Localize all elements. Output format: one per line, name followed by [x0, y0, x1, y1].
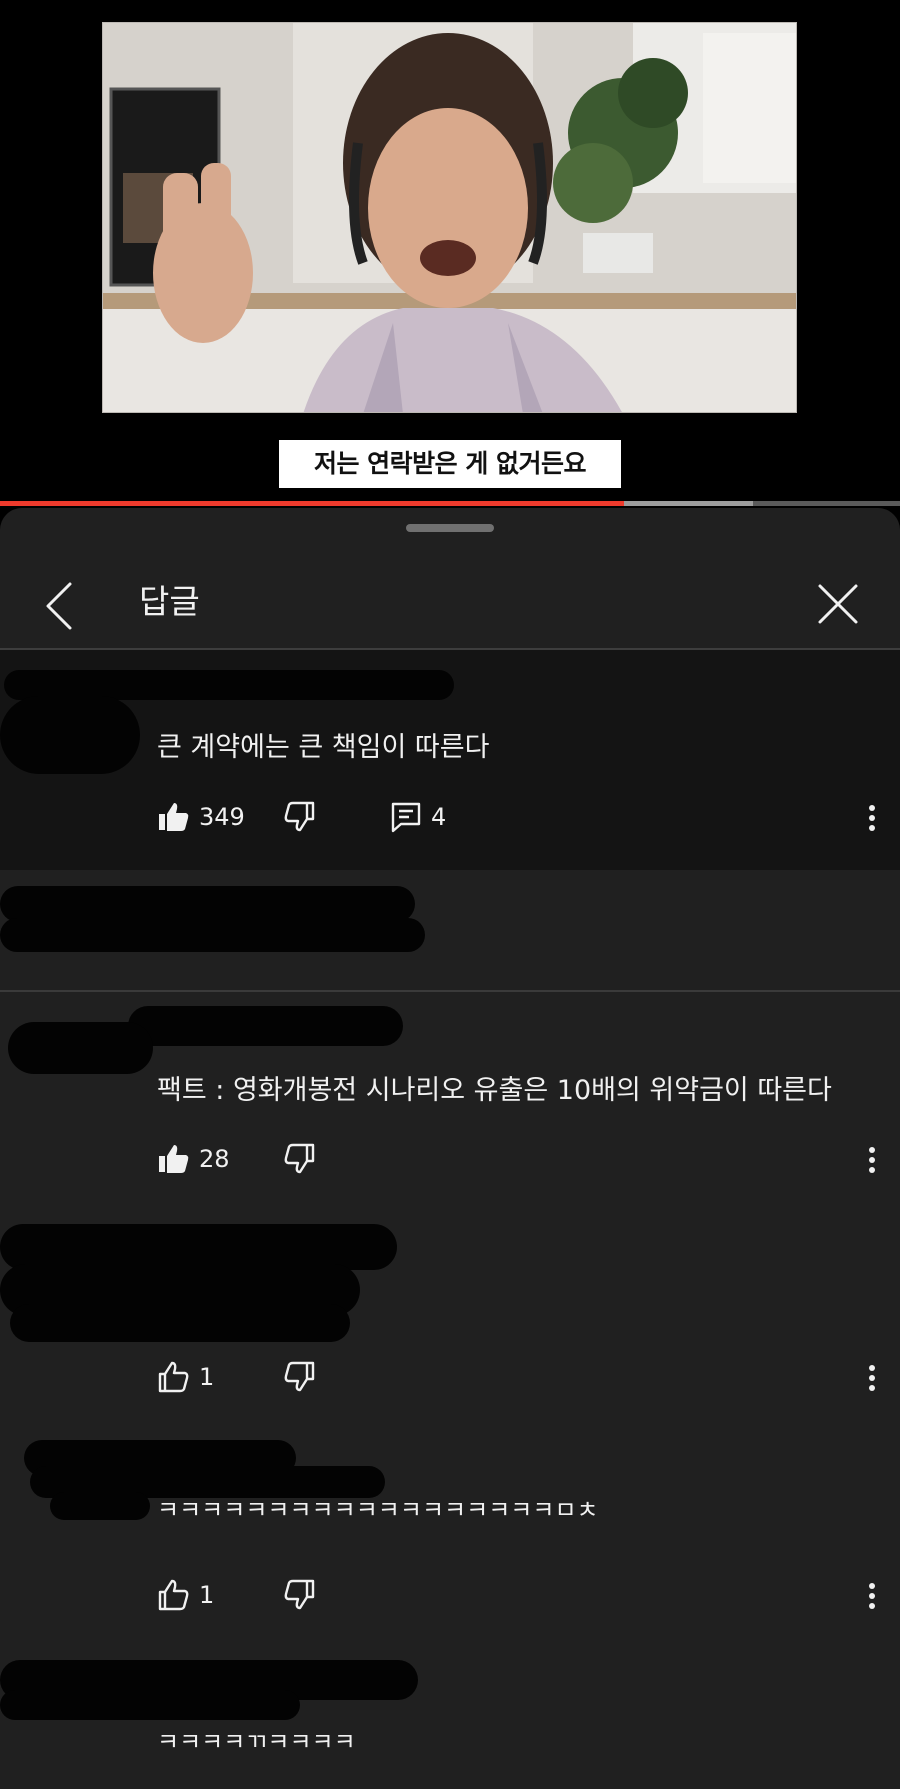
reply-count: 4 — [431, 803, 447, 831]
redacted-avatar — [50, 1492, 150, 1520]
thumbs-down-icon[interactable] — [281, 1360, 315, 1394]
thumbs-down-icon[interactable] — [281, 800, 315, 834]
reply-comment: 1 — [0, 1212, 900, 1432]
comment-text: ㅋㅋㅋㅋㄲㅋㅋㅋㅋ — [157, 1728, 356, 1756]
drag-handle[interactable] — [406, 524, 494, 532]
like-count: 1 — [199, 1581, 215, 1609]
comment-text: 큰 계약에는 큰 책임이 따른다 — [157, 732, 490, 763]
comment-actions: 349 4 — [157, 800, 887, 840]
reply-icon[interactable] — [389, 800, 423, 834]
thumbs-up-icon[interactable] — [157, 800, 191, 834]
video-thumbnail — [103, 23, 796, 412]
redacted-avatar — [0, 696, 140, 774]
progress-played — [0, 501, 624, 506]
comment-list: 큰 계약에는 큰 책임이 따른다 349 4 팩트: 영화개봉전 시나리오 유… — [0, 650, 900, 1789]
reply-comment: ㅋㅋㅋㅋㄲㅋㅋㅋㅋ — [0, 1652, 900, 1789]
thumbs-up-icon[interactable] — [157, 1142, 191, 1176]
redacted-row — [0, 870, 900, 992]
thumbs-up-outline-icon[interactable] — [157, 1360, 191, 1394]
thumbs-down-icon[interactable] — [281, 1142, 315, 1176]
comment-actions: 28 — [157, 1142, 887, 1182]
redacted-block — [10, 1304, 350, 1342]
reply-comment: 팩트 : 영화개봉전 시나리오 유출은 10배의 위약금이 따른다 28 — [0, 992, 900, 1212]
sheet-title: 답글 — [139, 582, 200, 621]
video-subtitle: 저는 연락받은 게 없거든요 — [279, 440, 621, 488]
thumbs-up-outline-icon[interactable] — [157, 1578, 191, 1612]
sheet-header: 답글 — [0, 548, 900, 656]
more-options-icon[interactable] — [857, 1142, 887, 1178]
thumbs-down-icon[interactable] — [281, 1578, 315, 1612]
video-player[interactable]: 저는 연락받은 게 없거든요 — [0, 0, 900, 506]
parent-comment: 큰 계약에는 큰 책임이 따른다 349 4 — [0, 650, 900, 870]
like-count: 1 — [199, 1363, 215, 1391]
more-options-icon[interactable] — [857, 800, 887, 836]
back-button[interactable] — [36, 578, 84, 634]
redacted-author — [128, 1006, 403, 1046]
close-icon — [818, 584, 858, 624]
comment-actions: 1 — [157, 1360, 887, 1400]
redacted-block — [0, 918, 425, 952]
like-count: 349 — [199, 803, 245, 831]
redacted-avatar — [0, 1690, 300, 1720]
video-frame[interactable] — [102, 22, 797, 413]
chevron-left-icon — [46, 582, 72, 630]
redacted-avatar — [8, 1022, 153, 1074]
more-options-icon[interactable] — [857, 1578, 887, 1614]
replies-sheet: 답글 큰 계약에는 큰 책임이 따른다 349 4 팩트: 영화개봉전 시나리… — [0, 508, 900, 1789]
redacted-block — [0, 886, 415, 922]
reply-comment: ㅋㅋㅋㅋㅋㅋㅋㅋㅋㅋㅋㅋㅋㅋㅋㅋㅋㅋㅁㅊ 1 — [0, 1432, 900, 1652]
progress-bar[interactable] — [0, 501, 900, 506]
comment-actions: 1 — [157, 1578, 887, 1618]
comment-text: 팩트 : 영화개봉전 시나리오 유출은 10배의 위약금이 따른다 — [157, 1075, 832, 1106]
more-options-icon[interactable] — [857, 1360, 887, 1396]
comment-text: ㅋㅋㅋㅋㅋㅋㅋㅋㅋㅋㅋㅋㅋㅋㅋㅋㅋㅋㅁㅊ — [157, 1496, 599, 1524]
like-count: 28 — [199, 1145, 230, 1173]
close-button[interactable] — [812, 578, 864, 630]
